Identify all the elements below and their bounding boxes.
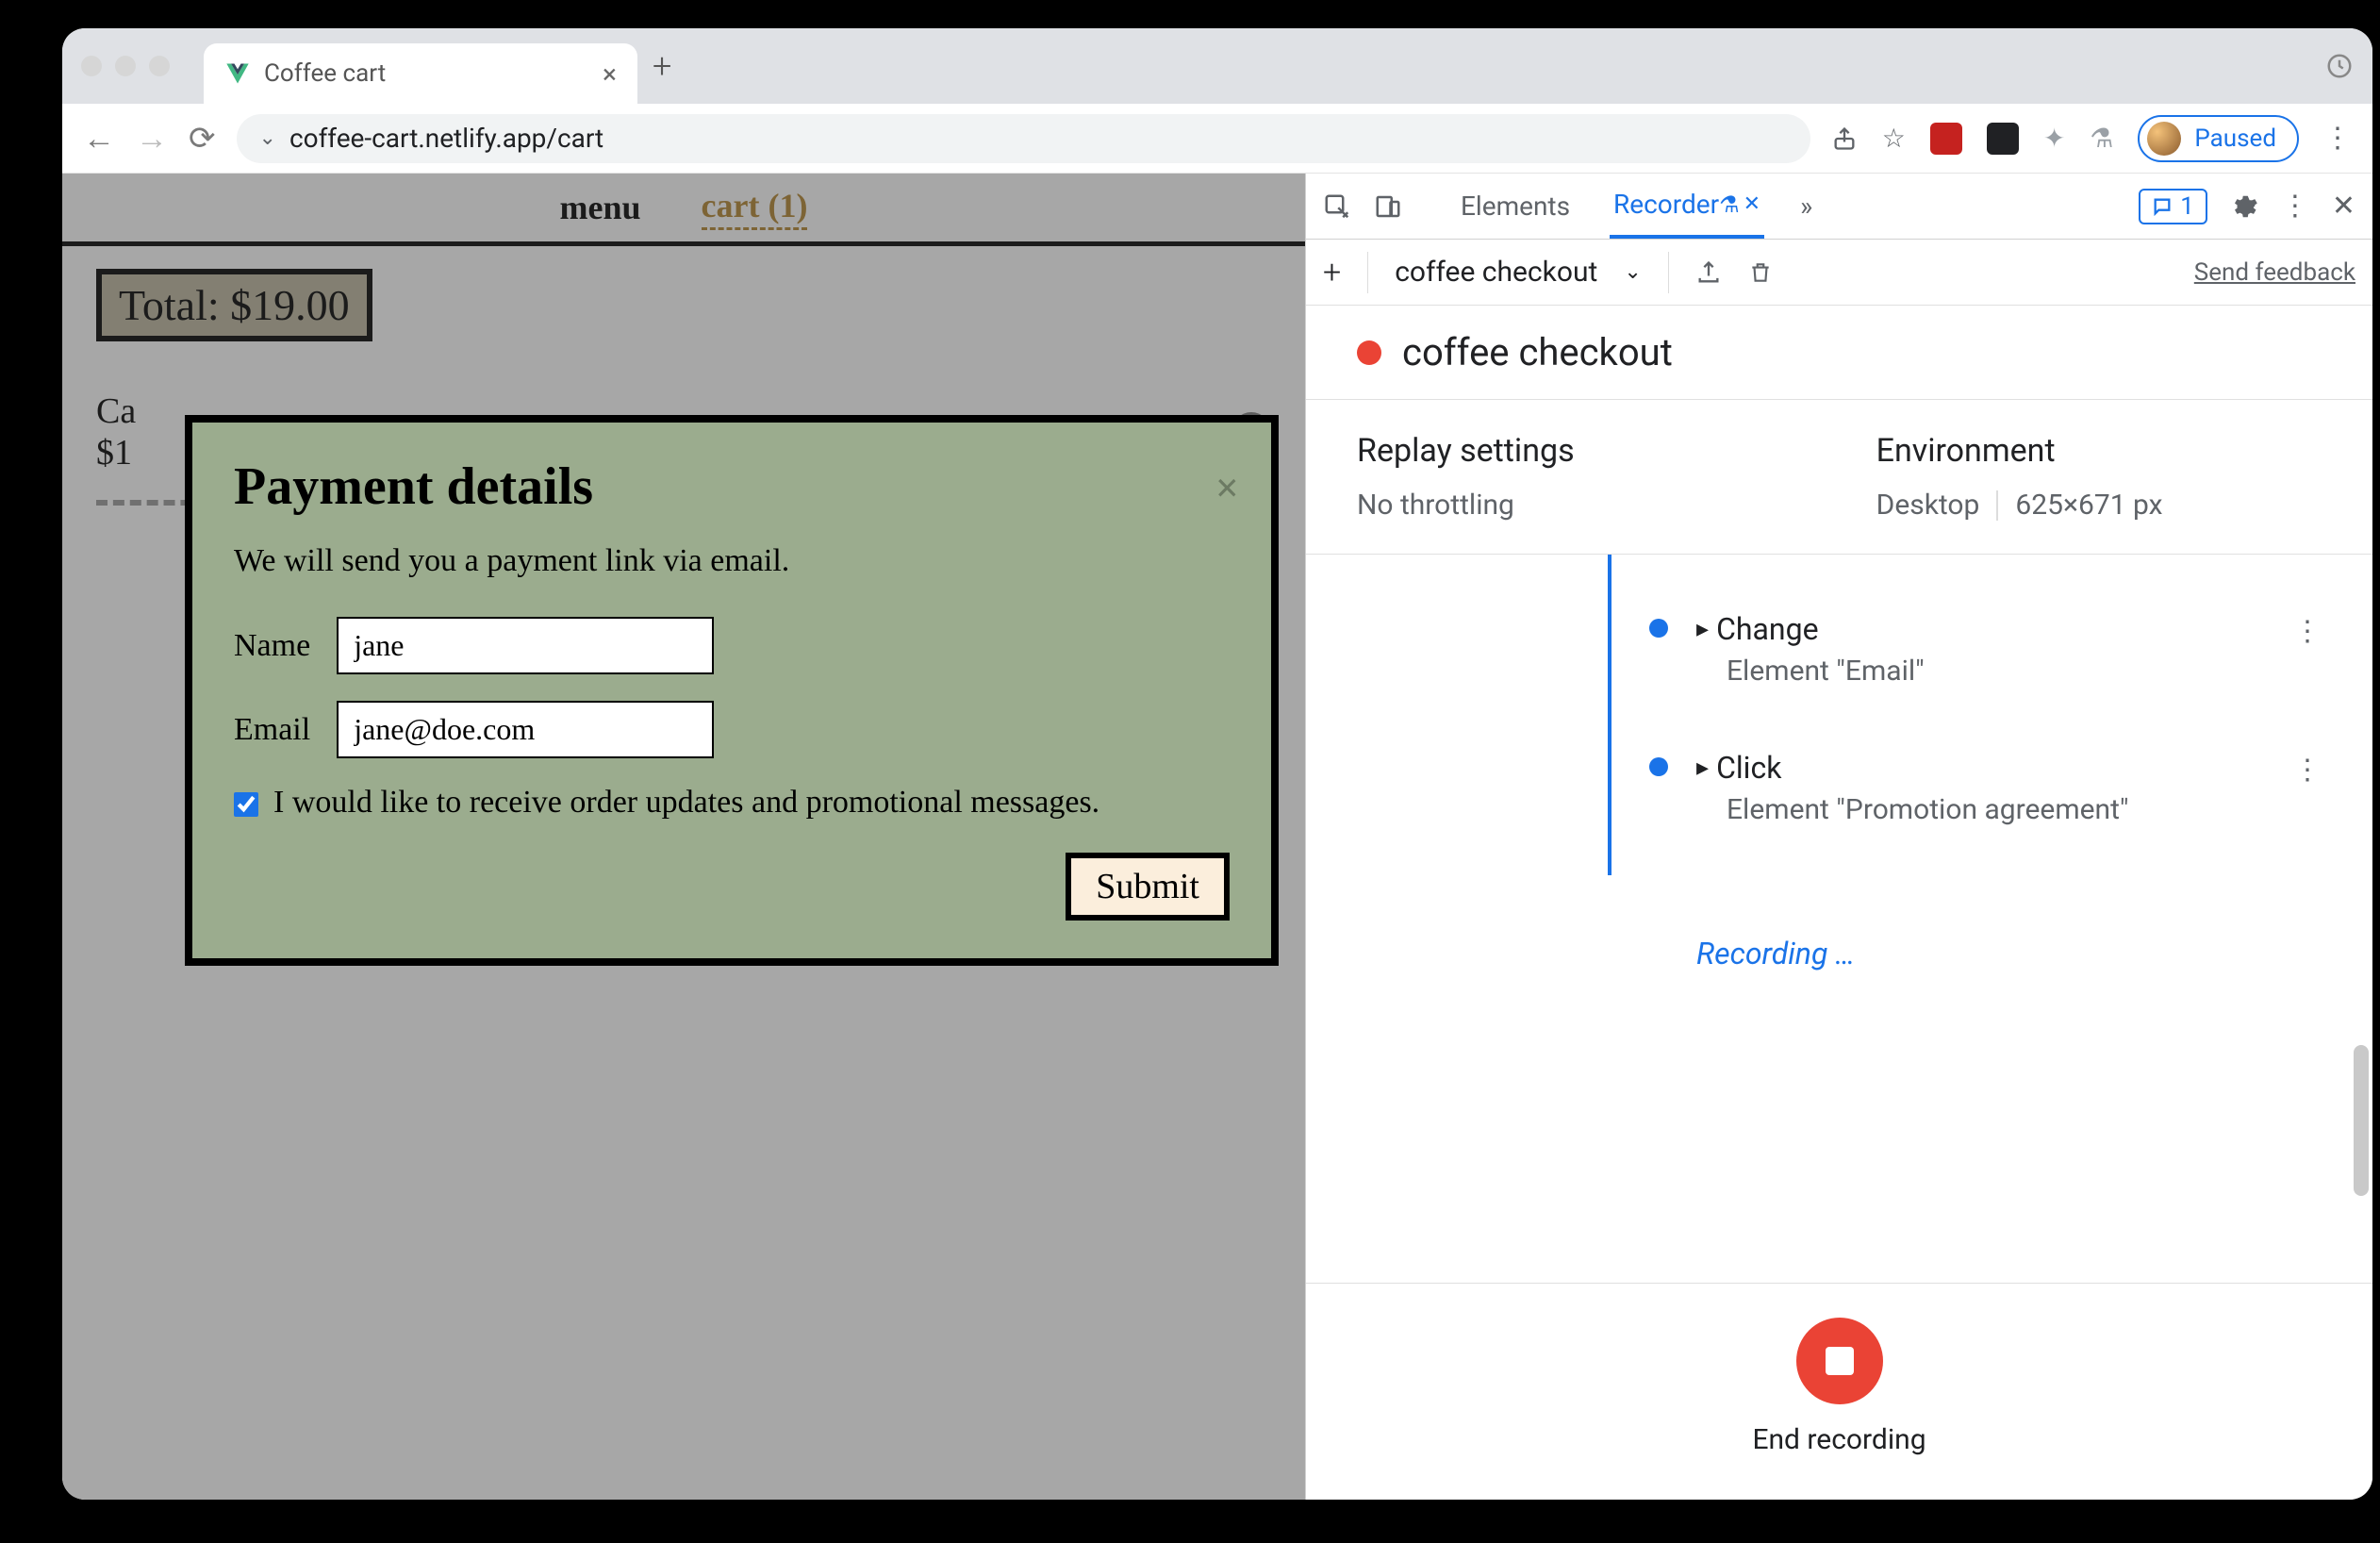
page-pane: menu cart (1) Total: $19.00 Ca $1 00 x (62, 174, 1305, 1500)
end-recording-button[interactable] (1796, 1318, 1883, 1404)
stop-icon (1826, 1347, 1854, 1375)
url-text: coffee-cart.netlify.app/cart (289, 123, 603, 154)
site-info-icon[interactable]: ⌄ (259, 126, 276, 150)
devtools-tab-bar: Elements Recorder ⚗ ✕ » 1 (1306, 174, 2372, 240)
tab-close-icon[interactable]: ✕ (1744, 192, 1760, 216)
replay-settings-heading: Replay settings (1357, 432, 1575, 470)
recorder-header: coffee checkout (1306, 306, 2372, 400)
devtools-menu-icon[interactable]: ⋮ (2281, 190, 2309, 223)
step-dot-icon (1649, 757, 1668, 776)
scrollbar-thumb[interactable] (2354, 1045, 2369, 1196)
bookmark-star-icon[interactable]: ☆ (1882, 123, 1906, 154)
new-tab-button[interactable]: + (653, 46, 671, 86)
step-subtitle: Element "Email" (1696, 655, 2322, 688)
recording-name: coffee checkout (1395, 256, 1597, 289)
inspect-icon[interactable] (1323, 192, 1351, 221)
step-subtitle: Element "Promotion agreement" (1696, 793, 2322, 826)
issues-count: 1 (2180, 192, 2194, 221)
step-item[interactable]: ⋮ ▸Change Element "Email" (1636, 592, 2322, 731)
avatar (2147, 122, 2181, 156)
devtools-close-icon[interactable]: ✕ (2332, 190, 2355, 223)
recorder-title: coffee checkout (1402, 330, 1673, 374)
extension-icon[interactable] (1930, 123, 1962, 155)
export-icon[interactable] (1695, 259, 1722, 286)
environment-heading: Environment (1876, 432, 2163, 470)
modal-title: Payment details (234, 456, 1230, 517)
recording-dropdown-icon[interactable]: ⌄ (1624, 260, 1641, 284)
settings-gear-icon[interactable] (2230, 192, 2258, 221)
address-bar: ← → ⟳ ⌄ coffee-cart.netlify.app/cart ☆ ✦… (62, 104, 2372, 174)
step-dot-icon (1649, 619, 1668, 638)
labs-flask-icon[interactable]: ⚗ (2090, 123, 2113, 154)
device-toggle-icon[interactable] (1374, 192, 1402, 221)
promo-label: I would like to receive order updates an… (273, 785, 1099, 821)
email-input[interactable] (337, 701, 714, 758)
url-field[interactable]: ⌄ coffee-cart.netlify.app/cart (237, 114, 1810, 163)
step-item[interactable]: ⋮ ▸Click Element "Promotion agreement" (1636, 731, 2322, 870)
devtools-tab-recorder[interactable]: Recorder ⚗ ✕ (1610, 174, 1764, 239)
step-menu-icon[interactable]: ⋮ (2293, 754, 2322, 787)
modal-subtitle: We will send you a payment link via emai… (234, 543, 1230, 579)
browser-tab[interactable]: Coffee cart × (204, 43, 637, 104)
issues-badge[interactable]: 1 (2139, 189, 2207, 224)
vue-icon (224, 60, 251, 87)
profile-status: Paused (2194, 124, 2276, 153)
step-title: Click (1716, 750, 1781, 786)
tab-close-icon[interactable]: × (603, 58, 617, 90)
expand-caret-icon[interactable]: ▸ (1696, 615, 1709, 643)
browser-window: Coffee cart × + ← → ⟳ ⌄ coffee-cart.netl… (62, 28, 2372, 1500)
expand-caret-icon[interactable]: ▸ (1696, 754, 1709, 782)
devtools-panel: Elements Recorder ⚗ ✕ » 1 (1305, 174, 2372, 1500)
name-input[interactable] (337, 617, 714, 674)
modal-close-button[interactable]: × (1215, 464, 1239, 512)
step-title: Change (1716, 611, 1818, 647)
recording-status: Recording … (1696, 936, 2322, 971)
delete-icon[interactable] (1748, 259, 1773, 286)
back-button[interactable]: ← (83, 120, 115, 158)
steps-rail (1608, 555, 1611, 875)
content-split: menu cart (1) Total: $19.00 Ca $1 00 x (62, 174, 2372, 1500)
share-icon[interactable] (1831, 125, 1858, 152)
email-label: Email (234, 712, 310, 748)
extension-icon[interactable] (1987, 123, 2019, 155)
submit-button[interactable]: Submit (1066, 853, 1230, 921)
recorder-steps: ⋮ ▸Change Element "Email" ⋮ ▸Click Eleme… (1306, 555, 2372, 1283)
promo-checkbox[interactable] (234, 792, 258, 817)
tab-search-icon[interactable] (2325, 52, 2354, 80)
forward-button[interactable]: → (136, 120, 168, 158)
browser-tab-strip: Coffee cart × + (62, 28, 2372, 104)
recorder-toolbar: + coffee checkout ⌄ Send feedback (1306, 240, 2372, 306)
step-menu-icon[interactable]: ⋮ (2293, 615, 2322, 648)
payment-modal: × Payment details We will send you a pay… (185, 415, 1279, 966)
recorder-settings-row: Replay settings No throttling Environmen… (1306, 400, 2372, 555)
recorder-footer: End recording (1306, 1283, 2372, 1500)
send-feedback-link[interactable]: Send feedback (2194, 258, 2355, 287)
new-recording-icon[interactable]: + (1323, 254, 1341, 291)
browser-menu-icon[interactable]: ⋮ (2323, 122, 2352, 155)
name-label: Name (234, 628, 310, 664)
replay-settings-value[interactable]: No throttling (1357, 489, 1575, 522)
extensions-puzzle-icon[interactable]: ✦ (2043, 123, 2065, 154)
tab-title: Coffee cart (264, 59, 386, 88)
environment-size: 625×671 px (2015, 489, 2162, 522)
environment-device: Desktop (1876, 489, 1980, 522)
devtools-tab-elements[interactable]: Elements (1457, 174, 1574, 239)
end-recording-label: End recording (1752, 1423, 1925, 1456)
window-traffic-lights[interactable] (81, 56, 170, 76)
more-tabs-icon[interactable]: » (1800, 191, 1812, 222)
reload-button[interactable]: ⟳ (189, 120, 216, 158)
recording-dot-icon (1357, 340, 1381, 365)
profile-button[interactable]: Paused (2138, 115, 2299, 162)
experiment-flask-icon: ⚗ (1719, 191, 1740, 218)
